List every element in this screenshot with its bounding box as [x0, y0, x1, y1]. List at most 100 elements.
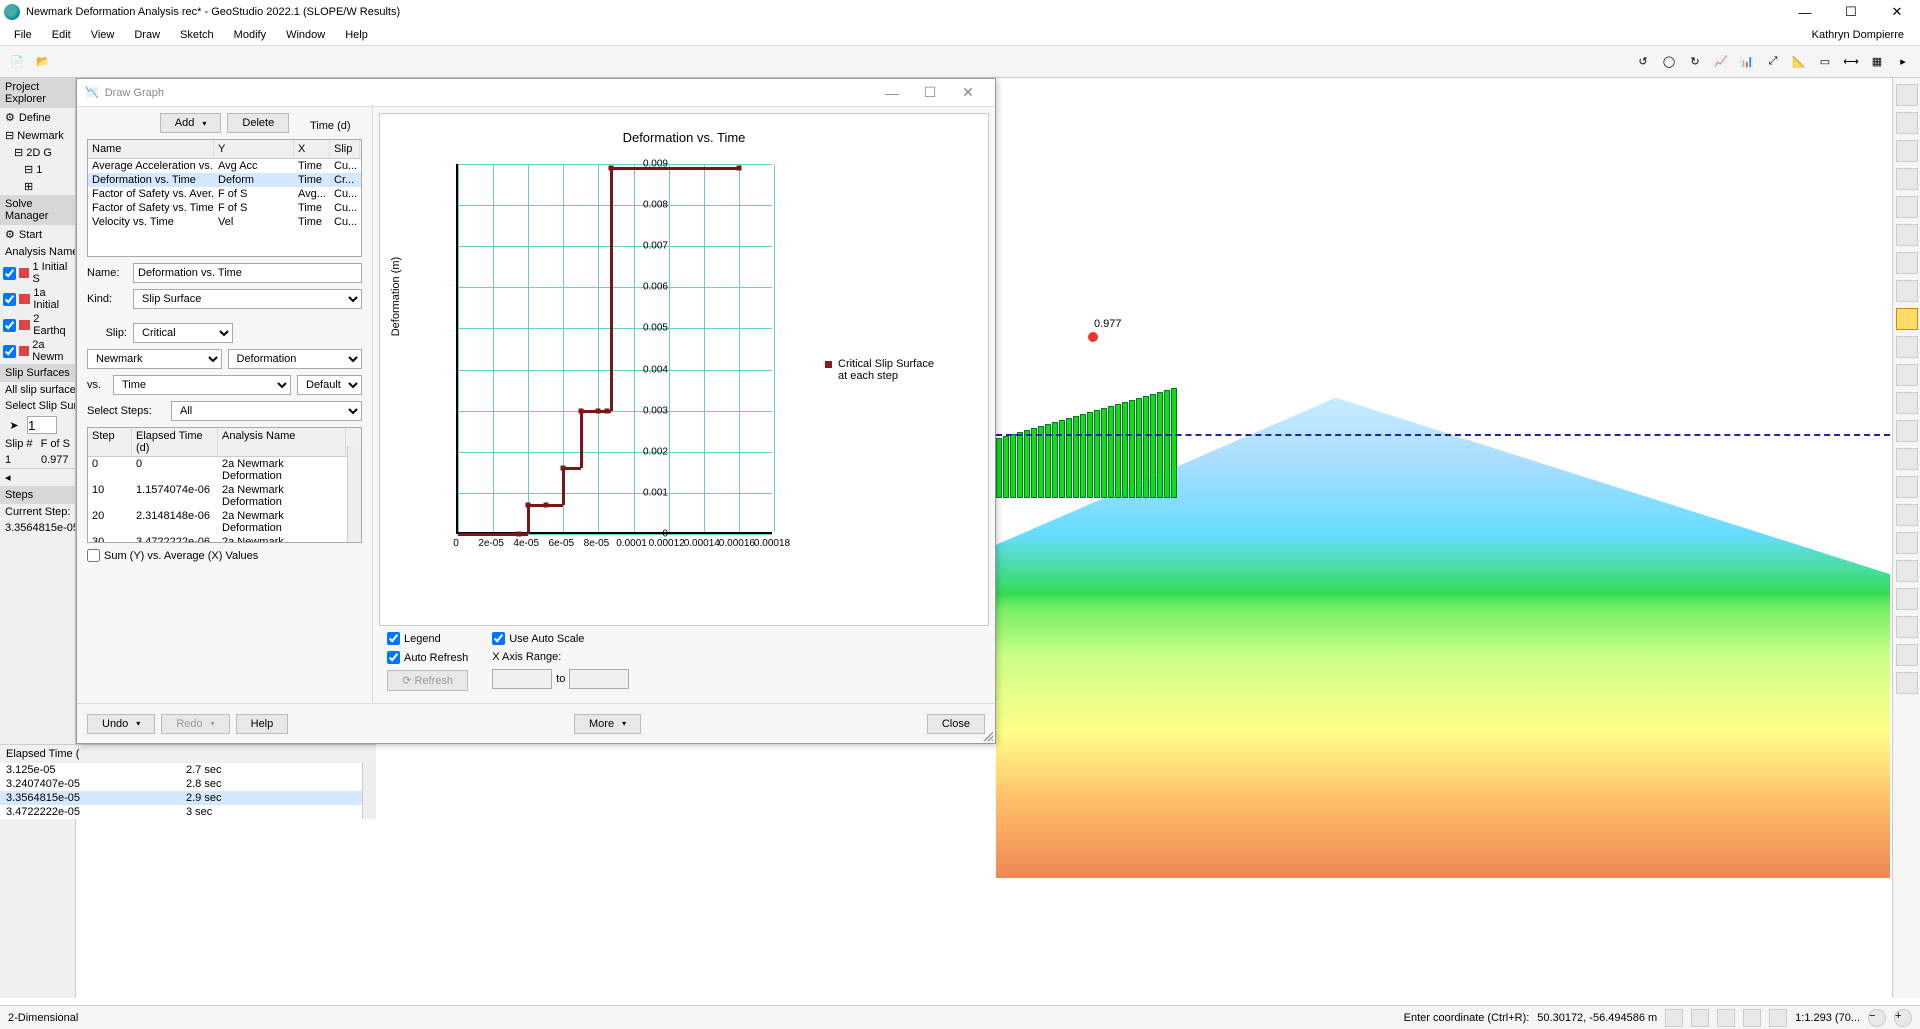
zoom-in-icon[interactable] — [1769, 1009, 1787, 1027]
analysis-row[interactable]: 2 Earthq — [0, 312, 75, 338]
scrollbar[interactable] — [347, 446, 361, 542]
rtool-icon[interactable] — [1896, 252, 1918, 274]
define-button[interactable]: ⚙ Define — [0, 108, 75, 127]
pointer-icon[interactable]: ➤ — [5, 416, 23, 434]
tool-rect-icon[interactable]: ▭ — [1814, 51, 1836, 73]
elapsed-row[interactable]: 3.125e-052.7 sec — [0, 763, 376, 777]
tool-more-icon[interactable]: ▸ — [1892, 51, 1914, 73]
status-icon[interactable] — [1691, 1009, 1709, 1027]
kind-select[interactable]: Slip Surface — [133, 289, 362, 309]
graph-name-input[interactable] — [133, 263, 362, 283]
elapsed-row[interactable]: 3.2407407e-052.8 sec — [0, 777, 376, 791]
analysis-row[interactable]: 1a Initial — [0, 286, 75, 312]
analysis-row[interactable]: 1 Initial S — [0, 260, 75, 286]
rtool-icon[interactable] — [1896, 196, 1918, 218]
window-maximize[interactable]: ☐ — [1832, 1, 1870, 23]
step-row[interactable]: 101.1574074e-062a Newmark Deformation — [88, 483, 361, 509]
rtool-icon[interactable] — [1896, 84, 1918, 106]
rtool-icon[interactable] — [1896, 504, 1918, 526]
help-button[interactable]: Help — [236, 714, 289, 734]
tool-snap-icon[interactable]: ⤢ — [1762, 51, 1784, 73]
menu-modify[interactable]: Modify — [226, 27, 274, 43]
new-icon[interactable]: 📄 — [6, 51, 28, 73]
rtool-icon[interactable] — [1896, 308, 1918, 330]
slip-number-input[interactable] — [27, 416, 57, 434]
rtool-icon[interactable] — [1896, 476, 1918, 498]
rtool-icon[interactable] — [1896, 532, 1918, 554]
rtool-icon[interactable] — [1896, 560, 1918, 582]
elapsed-row[interactable]: 3.4722222e-053 sec — [0, 805, 376, 819]
tool-graph-icon[interactable]: 📈 — [1710, 51, 1732, 73]
window-close[interactable]: ✕ — [1878, 1, 1916, 23]
analysis-row[interactable]: 2a Newm — [0, 338, 75, 364]
rtool-icon[interactable] — [1896, 644, 1918, 666]
menu-edit[interactable]: Edit — [44, 27, 79, 43]
graph-list-row[interactable]: Velocity vs. TimeVelTimeCu... — [88, 215, 361, 229]
open-icon[interactable]: 📂 — [32, 51, 54, 73]
steps-select[interactable]: All — [171, 401, 362, 421]
tool-arc-icon[interactable]: ↺ — [1632, 51, 1654, 73]
tree-item[interactable]: ⊟ 1 — [0, 161, 75, 178]
graph-list-row[interactable]: Deformation vs. TimeDeformTimeCr... — [88, 173, 361, 187]
rtool-icon[interactable] — [1896, 336, 1918, 358]
dialog-maximize[interactable]: ☐ — [911, 81, 949, 105]
slip-select[interactable]: Critical — [133, 323, 233, 343]
rtool-icon[interactable] — [1896, 364, 1918, 386]
graph-list-row[interactable]: Factor of Safety vs. Aver...F of SAvg...… — [88, 187, 361, 201]
rtool-icon[interactable] — [1896, 420, 1918, 442]
start-button[interactable]: ⚙ Start — [0, 225, 75, 244]
graph-list[interactable]: Name Y X Slip Average Acceleration vs...… — [87, 139, 362, 257]
menu-draw[interactable]: Draw — [126, 27, 168, 43]
zoom-plus-icon[interactable]: + — [1894, 1009, 1912, 1027]
rtool-icon[interactable] — [1896, 112, 1918, 134]
rtool-icon[interactable] — [1896, 168, 1918, 190]
rtool-icon[interactable] — [1896, 448, 1918, 470]
tool-chart-icon[interactable]: 📊 — [1736, 51, 1758, 73]
steps-table[interactable]: Step Elapsed Time (d) Analysis Name 002a… — [87, 427, 362, 543]
rtool-icon[interactable] — [1896, 588, 1918, 610]
xrange-to-input[interactable] — [569, 669, 629, 689]
rtool-icon[interactable] — [1896, 616, 1918, 638]
newmark-select[interactable]: Newmark — [87, 349, 222, 369]
menu-file[interactable]: File — [6, 27, 40, 43]
default-select[interactable]: Default — [297, 375, 362, 395]
elapsed-time-table[interactable]: Elapsed Time ( 3.125e-052.7 sec3.2407407… — [0, 744, 376, 819]
window-minimize[interactable]: — — [1786, 1, 1824, 23]
elapsed-row[interactable]: 3.3564815e-052.9 sec — [0, 791, 376, 805]
add-button[interactable]: Add — [160, 113, 222, 133]
rtool-icon[interactable] — [1896, 280, 1918, 302]
legend-checkbox[interactable] — [387, 632, 400, 645]
refresh-button[interactable]: ⟳ Refresh — [387, 670, 468, 691]
step-row[interactable]: 303.4722222e-062a Newmark Deformation — [88, 535, 361, 543]
tree-item[interactable]: ⊞ — [0, 178, 75, 195]
sum-avg-checkbox[interactable] — [87, 549, 100, 562]
menu-help[interactable]: Help — [337, 27, 376, 43]
rtool-icon[interactable] — [1896, 140, 1918, 162]
graph-list-row[interactable]: Average Acceleration vs....Avg AccTimeCu… — [88, 159, 361, 173]
scrollbar[interactable] — [362, 763, 376, 819]
zoom-fit-icon[interactable] — [1717, 1009, 1735, 1027]
graph-list-row[interactable]: Factor of Safety vs. TimeF of STimeCu... — [88, 201, 361, 215]
menu-view[interactable]: View — [83, 27, 123, 43]
more-button[interactable]: More — [574, 714, 641, 734]
redo-button[interactable]: Redo — [161, 714, 229, 734]
xrange-from-input[interactable] — [492, 669, 552, 689]
tree-item[interactable]: ⊟ Newmark — [0, 127, 75, 144]
rtool-icon[interactable] — [1896, 392, 1918, 414]
zoom-minus-icon[interactable]: − — [1868, 1009, 1886, 1027]
deformation-select[interactable]: Deformation — [228, 349, 363, 369]
tool-rotate-icon[interactable]: ↻ — [1684, 51, 1706, 73]
rtool-icon[interactable] — [1896, 672, 1918, 694]
auto-refresh-checkbox[interactable] — [387, 651, 400, 664]
status-icon[interactable] — [1665, 1009, 1683, 1027]
dialog-minimize[interactable]: — — [873, 81, 911, 105]
close-button[interactable]: Close — [927, 714, 985, 734]
menu-sketch[interactable]: Sketch — [172, 27, 222, 43]
model-viewport[interactable]: 0.977 — [996, 78, 1890, 998]
resize-grip[interactable] — [981, 729, 993, 741]
dialog-close[interactable]: ✕ — [949, 81, 987, 105]
scroll-left-icon[interactable]: ◂ — [5, 471, 11, 484]
tool-grid-icon[interactable]: ▦ — [1866, 51, 1888, 73]
delete-button[interactable]: Delete — [227, 113, 289, 133]
menu-window[interactable]: Window — [278, 27, 333, 43]
